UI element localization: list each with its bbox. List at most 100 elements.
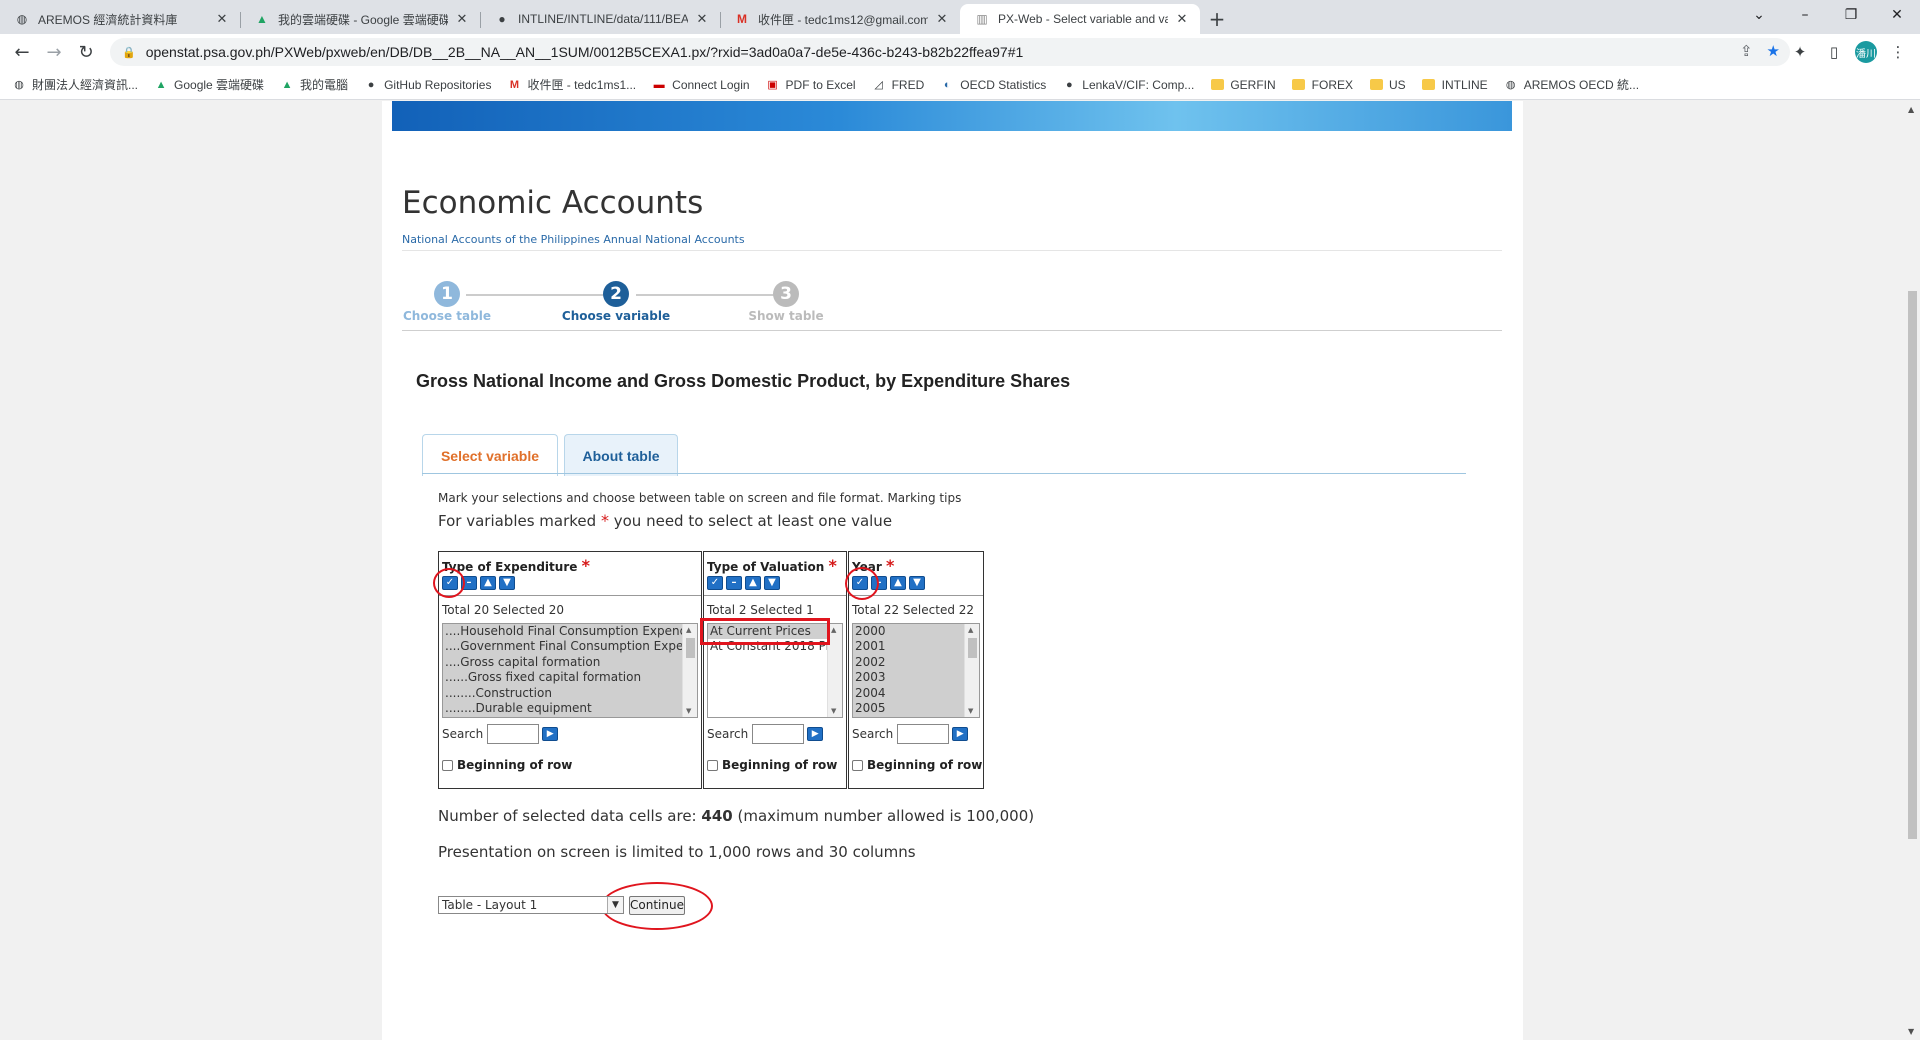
required-asterisk: *: [828, 556, 837, 575]
beginning-of-row-option[interactable]: Beginning of row: [707, 758, 837, 772]
bookmark-item[interactable]: ◐ OECD Statistics: [940, 78, 1046, 92]
bookmark-item[interactable]: ◍ AREMOS OECD 統...: [1504, 76, 1639, 93]
scroll-up-icon[interactable]: ▲: [1908, 105, 1914, 114]
bookmark-item[interactable]: ▣ PDF to Excel: [766, 78, 855, 92]
bookmark-item[interactable]: ▲ Google 雲端硬碟: [154, 76, 264, 93]
gmail-icon: M: [737, 12, 747, 26]
list-option[interactable]: 2000: [853, 624, 979, 639]
search-go-icon[interactable]: ▶: [542, 727, 559, 741]
side-panel-icon[interactable]: ▯: [1818, 36, 1850, 68]
list-option[interactable]: ....Household Final Consumption Expendit…: [443, 624, 697, 639]
bookmark-folder[interactable]: FOREX: [1292, 78, 1353, 92]
browser-tab-bar: ◍ AREMOS 經濟統計資料庫 ✕ ▲ 我的雲端硬碟 - Google 雲端硬…: [0, 0, 1920, 34]
bookmark-item[interactable]: ● GitHub Repositories: [364, 78, 492, 92]
sort-ascending-icon[interactable]: ▲: [890, 576, 906, 590]
bookmark-folder[interactable]: INTLINE: [1422, 78, 1488, 92]
bookmark-item[interactable]: ● LenkaV/CIF: Comp...: [1062, 78, 1194, 92]
browser-tab[interactable]: M 收件匣 - tedc1ms12@gmail.com ✕: [720, 4, 960, 34]
continue-button[interactable]: Continue: [629, 896, 685, 915]
select-all-icon[interactable]: ✓: [707, 576, 723, 590]
beginning-of-row-option[interactable]: Beginning of row: [442, 758, 572, 772]
extensions-icon[interactable]: ✦: [1784, 36, 1816, 68]
bookmark-item[interactable]: ▬ Connect Login: [652, 78, 750, 92]
sort-ascending-icon[interactable]: ▲: [745, 576, 761, 590]
value-listbox[interactable]: ....Household Final Consumption Expendit…: [442, 623, 698, 718]
search-label: Search: [852, 727, 894, 741]
restore-icon[interactable]: ❐: [1828, 0, 1874, 30]
oecd-icon: ◐: [943, 78, 951, 91]
profile-avatar[interactable]: 潘川: [1850, 36, 1882, 68]
close-icon[interactable]: ✕: [934, 11, 950, 27]
beginning-of-row-checkbox[interactable]: [852, 759, 863, 771]
bookmark-item[interactable]: M 收件匣 - tedc1ms1...: [507, 76, 636, 93]
list-option[interactable]: 2002: [853, 655, 979, 670]
avatar: 潘川: [1855, 41, 1877, 63]
close-icon[interactable]: ✕: [694, 11, 710, 27]
bookmark-star-icon[interactable]: ★: [1767, 42, 1780, 60]
beginning-of-row-checkbox[interactable]: [707, 759, 718, 771]
search-input[interactable]: [752, 724, 805, 744]
minimize-icon[interactable]: –: [1782, 0, 1828, 30]
bookmark-label: 我的電腦: [300, 78, 349, 92]
list-option[interactable]: ........Durable equipment: [443, 701, 697, 716]
browser-tab[interactable]: ● INTLINE/INTLINE/data/111/BEA ✕: [480, 4, 720, 34]
variable-title-text: Type of Expenditure: [442, 560, 578, 574]
beginning-of-row-option[interactable]: Beginning of row: [852, 758, 982, 772]
address-bar[interactable]: 🔒 openstat.psa.gov.ph/PXWeb/pxweb/en/DB/…: [110, 38, 1790, 66]
list-option[interactable]: 2005: [853, 701, 979, 716]
sort-descending-icon[interactable]: ▼: [909, 576, 925, 590]
bookmark-folder[interactable]: US: [1369, 78, 1406, 92]
pxweb-icon: ▥: [976, 12, 988, 26]
list-option[interactable]: ....Gross capital formation: [443, 655, 697, 670]
close-window-icon[interactable]: ✕: [1874, 0, 1920, 30]
list-option[interactable]: 2001: [853, 639, 979, 654]
browser-tab[interactable]: ▲ 我的雲端硬碟 - Google 雲端硬碟 ✕: [240, 4, 480, 34]
tab-search-icon[interactable]: ⌄: [1736, 0, 1782, 30]
close-icon[interactable]: ✕: [1174, 11, 1190, 27]
close-icon[interactable]: ✕: [214, 11, 230, 27]
close-icon[interactable]: ✕: [454, 11, 470, 27]
breadcrumb[interactable]: National Accounts of the Philippines Ann…: [402, 233, 745, 246]
bookmark-item[interactable]: ◍ 財團法人經濟資訊...: [12, 76, 138, 93]
scrollbar-thumb[interactable]: [1908, 291, 1917, 839]
sort-ascending-icon[interactable]: ▲: [480, 576, 496, 590]
list-option[interactable]: ........Construction: [443, 686, 697, 701]
select-value: Table - Layout 1: [442, 898, 538, 912]
search-input[interactable]: [897, 724, 950, 744]
browser-tab-active[interactable]: ▥ PX-Web - Select variable and va ✕: [960, 4, 1200, 34]
presentation-format-select[interactable]: Table - Layout 1 ▼: [438, 896, 624, 914]
sort-descending-icon[interactable]: ▼: [499, 576, 515, 590]
listbox-scrollbar[interactable]: ▲ ▼: [964, 624, 979, 717]
search-row: Search ▶: [852, 724, 969, 744]
list-option[interactable]: 2004: [853, 686, 979, 701]
forward-icon[interactable]: →: [38, 36, 70, 68]
search-go-icon[interactable]: ▶: [952, 727, 969, 741]
value-listbox[interactable]: 2000 2001 2002 2003 2004 2005 ▲ ▼: [852, 623, 980, 718]
tab-select-variable[interactable]: Select variable: [422, 434, 558, 476]
browser-tab[interactable]: ◍ AREMOS 經濟統計資料庫 ✕: [0, 4, 240, 34]
search-go-icon[interactable]: ▶: [807, 727, 824, 741]
share-icon[interactable]: ⇪: [1740, 42, 1753, 60]
page-container: Economic Accounts National Accounts of t…: [382, 101, 1523, 1040]
new-tab-button[interactable]: +: [1200, 4, 1234, 34]
reload-icon[interactable]: ↻: [70, 36, 102, 68]
bookmark-item[interactable]: ▲ 我的電腦: [280, 76, 348, 93]
deselect-all-icon[interactable]: –: [726, 576, 742, 590]
scroll-down-icon[interactable]: ▼: [1908, 1027, 1914, 1036]
menu-icon[interactable]: ⋮: [1882, 36, 1914, 68]
bookmark-folder[interactable]: GERFIN: [1210, 78, 1276, 92]
page-scrollbar[interactable]: ▲ ▼: [1905, 101, 1920, 1040]
listbox-scrollbar[interactable]: ▲ ▼: [682, 624, 697, 717]
divider: [402, 330, 1502, 331]
sort-descending-icon[interactable]: ▼: [764, 576, 780, 590]
step-choose-table[interactable]: 1 Choose table: [387, 281, 507, 323]
tab-about-table[interactable]: About table: [564, 434, 678, 476]
list-option[interactable]: ......Gross fixed capital formation: [443, 670, 697, 685]
list-option[interactable]: 2003: [853, 670, 979, 685]
search-input[interactable]: [487, 724, 540, 744]
back-icon[interactable]: ←: [6, 36, 38, 68]
bookmark-item[interactable]: ◿ FRED: [872, 78, 924, 92]
required-asterisk: *: [600, 511, 609, 530]
list-option[interactable]: ....Government Final Consumption Expendi…: [443, 639, 697, 654]
beginning-of-row-checkbox[interactable]: [442, 759, 453, 771]
